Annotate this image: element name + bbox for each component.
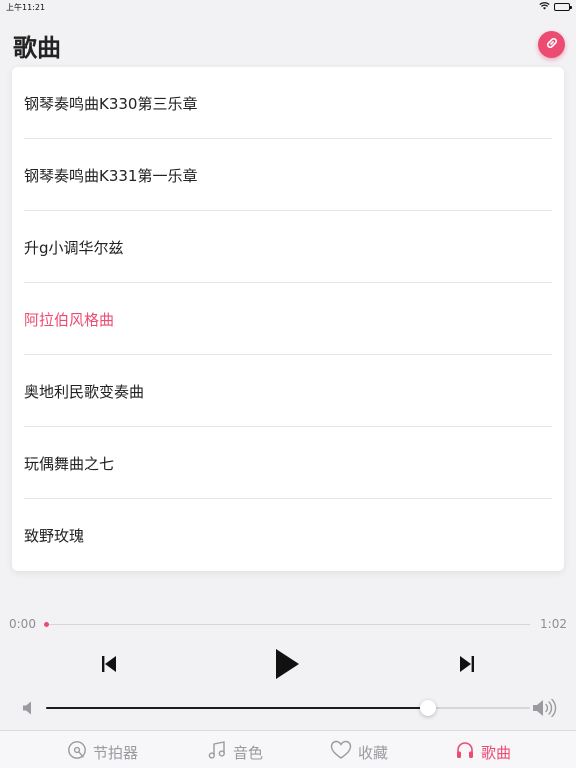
next-button[interactable] xyxy=(454,654,480,678)
volume-knob[interactable] xyxy=(420,700,437,716)
tab-bar: 节拍器 音色 收藏 歌曲 xyxy=(0,730,576,768)
current-time: 0:00 xyxy=(9,617,36,631)
tab-songs[interactable]: 歌曲 xyxy=(455,740,511,764)
share-link-button[interactable] xyxy=(538,31,565,58)
volume-fill xyxy=(46,707,429,709)
metronome-icon xyxy=(67,740,87,764)
song-list: 钢琴奏鸣曲K330第三乐章 钢琴奏鸣曲K331第一乐章 升g小调华尔兹 阿拉伯风… xyxy=(12,67,564,571)
song-item[interactable]: 钢琴奏鸣曲K331第一乐章 xyxy=(12,139,564,211)
tab-favorites[interactable]: 收藏 xyxy=(330,740,388,764)
song-item[interactable]: 升g小调华尔兹 xyxy=(12,211,564,283)
volume-slider[interactable] xyxy=(46,700,530,716)
song-item[interactable]: 致野玫瑰 xyxy=(12,499,564,571)
song-item[interactable]: 奥地利民歌变奏曲 xyxy=(12,355,564,427)
wifi-icon xyxy=(539,2,550,12)
tab-label: 收藏 xyxy=(358,743,389,762)
total-time: 1:02 xyxy=(540,617,567,631)
progress-knob[interactable] xyxy=(44,622,49,627)
play-button[interactable] xyxy=(268,646,306,686)
volume-max-icon xyxy=(532,698,558,722)
tab-label: 歌曲 xyxy=(481,743,512,762)
battery-icon xyxy=(554,3,572,11)
skip-previous-icon xyxy=(100,655,118,677)
tab-label: 节拍器 xyxy=(93,743,139,762)
song-item[interactable]: 钢琴奏鸣曲K330第三乐章 xyxy=(12,67,564,139)
skip-next-icon xyxy=(458,655,476,677)
tab-metronome[interactable]: 节拍器 xyxy=(67,740,138,764)
progress-slider[interactable] xyxy=(44,622,530,627)
play-icon xyxy=(274,648,300,684)
status-time: 上午11:21 xyxy=(6,2,46,12)
tab-label: 音色 xyxy=(233,743,264,762)
song-item-selected[interactable]: 阿拉伯风格曲 xyxy=(12,283,564,355)
heart-icon xyxy=(330,740,352,764)
previous-button[interactable] xyxy=(96,654,122,678)
song-item[interactable]: 玩偶舞曲之七 xyxy=(12,427,564,499)
status-indicators xyxy=(539,2,572,12)
tab-tone[interactable]: 音色 xyxy=(207,740,263,764)
page-title: 歌曲 xyxy=(13,34,61,62)
status-bar: 上午11:21 xyxy=(0,0,576,14)
headphones-icon xyxy=(455,740,475,764)
volume-min-icon xyxy=(22,700,36,720)
link-icon xyxy=(545,35,559,54)
music-note-icon xyxy=(207,740,227,764)
